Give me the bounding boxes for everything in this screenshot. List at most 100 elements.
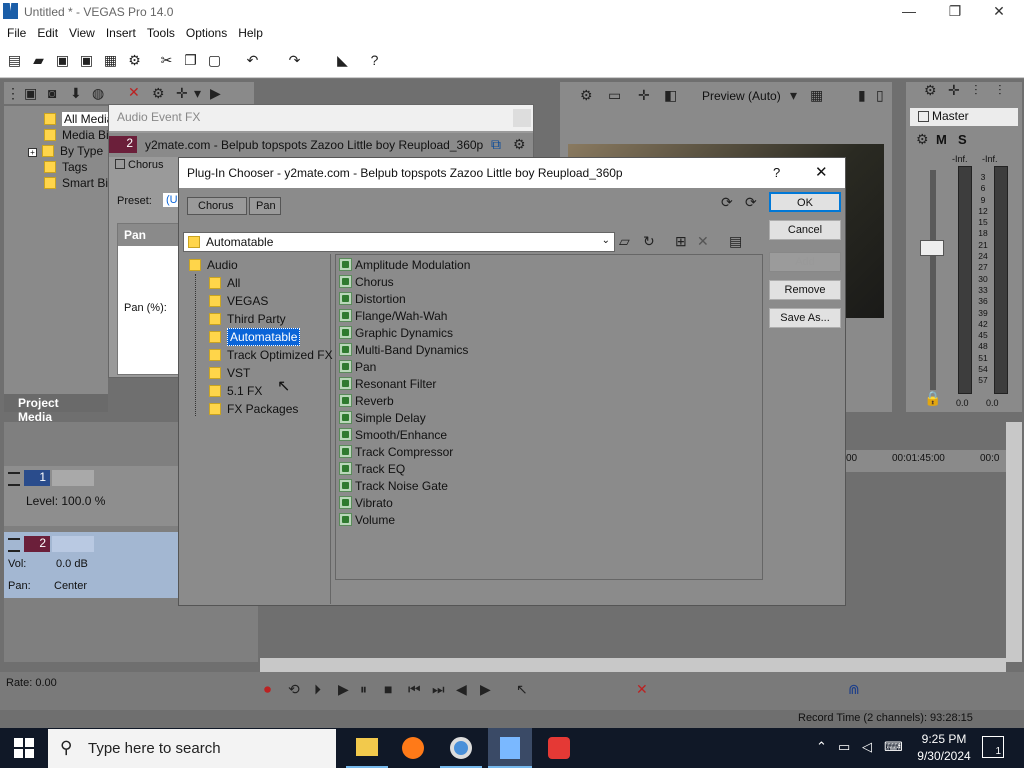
media-fx-icon[interactable]: ⚙ — [152, 85, 165, 102]
menu-help[interactable]: Help — [231, 24, 267, 40]
menu-insert[interactable]: Insert — [99, 24, 140, 40]
tree-all[interactable]: All — [227, 276, 240, 290]
tree-track-optimized-fx[interactable]: Track Optimized FX — [227, 348, 333, 362]
tree-vst[interactable]: VST — [227, 366, 250, 380]
more-icon[interactable]: ▾ — [194, 85, 201, 102]
preview-settings-icon[interactable]: ⚙ — [580, 87, 593, 104]
plugin-item[interactable]: Smooth/Enhance — [336, 427, 762, 444]
new-project-icon[interactable]: ▤ — [6, 52, 23, 69]
properties-gear-icon[interactable]: ⚙ — [126, 52, 143, 69]
vol-value[interactable]: 0.0 dB — [56, 558, 88, 570]
windows-start-icon[interactable] — [14, 738, 34, 758]
save-as-button[interactable]: Save As... — [769, 308, 841, 328]
fx-chain-icon[interactable]: ⚙ — [513, 136, 526, 153]
delete-icon[interactable]: ✕ — [636, 681, 648, 698]
cut-icon[interactable]: ✂ — [158, 52, 175, 69]
ok-button[interactable]: OK — [769, 192, 841, 212]
crossfade-icon[interactable]: ◣ — [334, 52, 351, 69]
pause-icon[interactable]: ⏸ — [360, 681, 367, 698]
menu-options[interactable]: Options — [179, 24, 231, 40]
next-frame-icon[interactable]: ▶ — [480, 681, 491, 698]
downloader-icon[interactable] — [536, 728, 580, 768]
save-as-icon[interactable]: ▣ — [78, 52, 95, 69]
close-dialog-button[interactable]: ✕ — [815, 163, 828, 181]
project-media-tab[interactable]: Project Media — [4, 394, 108, 424]
new-folder-icon[interactable]: ⊞ — [675, 233, 687, 250]
expand-icon[interactable]: + — [28, 148, 37, 157]
maximize-button[interactable]: ❐ — [932, 0, 978, 24]
save-icon[interactable]: ▣ — [54, 52, 71, 69]
master-checkbox[interactable] — [918, 111, 929, 122]
plugin-item[interactable]: Multi-Band Dynamics — [336, 342, 762, 359]
up-folder-icon[interactable]: ▱ — [619, 233, 630, 250]
tree-automatable[interactable]: Automatable — [227, 328, 301, 346]
preview-quality-dropdown[interactable]: Preview (Auto) — [702, 89, 781, 103]
keyboard-icon[interactable]: ⌨ — [884, 739, 903, 755]
plugin-item[interactable]: Amplitude Modulation — [336, 257, 762, 274]
globe-icon[interactable]: ◍ — [92, 85, 104, 102]
master-fader-handle[interactable] — [920, 240, 944, 256]
track-expand-icon[interactable] — [8, 538, 20, 552]
master-solo-button[interactable]: S — [958, 132, 967, 147]
prev-frame-icon[interactable]: ◀ — [456, 681, 467, 698]
help-button[interactable]: ? — [773, 165, 780, 180]
minimize-button[interactable]: — — [886, 0, 932, 24]
notification-center-icon[interactable]: 1 — [982, 736, 1004, 758]
tree-third-party[interactable]: Third Party — [227, 312, 286, 326]
copy-snapshot-icon[interactable]: ▮ — [858, 87, 866, 104]
normal-edit-tool-icon[interactable]: ↖ — [516, 681, 528, 698]
tree-5-1-fx[interactable]: 5.1 FX — [227, 384, 262, 398]
add-button[interactable]: Add — [769, 252, 841, 272]
plugin-item[interactable]: Track Compressor — [336, 444, 762, 461]
stop-icon[interactable]: ■ — [384, 681, 392, 697]
chain-redo-icon[interactable]: ⟳ — [745, 194, 757, 211]
play-icon[interactable]: ▶ — [338, 681, 349, 698]
mixer-icon[interactable]: ⫶ — [974, 82, 978, 99]
plugin-item[interactable]: Track EQ — [336, 461, 762, 478]
tree-audio[interactable]: Audio — [207, 258, 238, 272]
plugin-item[interactable]: Reverb — [336, 393, 762, 410]
remove-icon[interactable]: ✕ — [128, 84, 140, 101]
chrome-icon[interactable] — [440, 728, 482, 768]
go-to-start-icon[interactable]: ⏮ — [408, 681, 421, 698]
plugin-item[interactable]: Volume — [336, 512, 762, 529]
plugin-item[interactable]: Graphic Dynamics — [336, 325, 762, 342]
plugin-item[interactable]: Track Noise Gate — [336, 478, 762, 495]
plugin-item[interactable]: Vibrato — [336, 495, 762, 512]
delete-folder-icon[interactable]: ✕ — [697, 233, 709, 250]
tree-vegas[interactable]: VEGAS — [227, 294, 268, 308]
plugin-item[interactable]: Distortion — [336, 291, 762, 308]
lock-icon[interactable]: 🔒 — [924, 390, 941, 407]
menu-tools[interactable]: Tools — [140, 24, 179, 40]
track-2-name-field[interactable] — [52, 536, 94, 552]
network-icon[interactable]: ▭ — [838, 739, 850, 755]
import-icon[interactable]: ▣ — [24, 85, 37, 102]
clock-time[interactable]: 9:25 PM — [914, 732, 974, 746]
close-window-button[interactable]: ✕ — [976, 0, 1022, 24]
whats-this-help-icon[interactable]: ? — [366, 52, 383, 69]
master-settings-icon[interactable]: ⚙ — [924, 82, 937, 99]
chain-chorus[interactable]: Chorus — [187, 197, 247, 215]
tags-item[interactable]: Tags — [62, 160, 87, 174]
track-expand-icon[interactable] — [8, 472, 20, 486]
file-explorer-icon[interactable] — [346, 728, 388, 768]
save-snapshot-icon[interactable]: ▯ — [876, 87, 884, 104]
remove-button[interactable]: Remove — [769, 280, 841, 300]
open-folder-icon[interactable]: ▰ — [30, 52, 47, 69]
pan-value[interactable]: Center — [54, 580, 87, 592]
clock-date[interactable]: 9/30/2024 — [910, 749, 978, 763]
master-mute-button[interactable]: M — [936, 132, 947, 147]
master-fx-button-icon[interactable]: ⚙ — [916, 131, 929, 148]
master-channels-icon[interactable]: ⫶ — [998, 82, 1002, 99]
plugin-item[interactable]: Simple Delay — [336, 410, 762, 427]
master-fx-icon[interactable]: ✛ — [948, 82, 960, 99]
track-1-name-field[interactable] — [52, 470, 94, 486]
plugin-item[interactable]: Pan — [336, 359, 762, 376]
play-icon[interactable]: ▶ — [210, 85, 221, 102]
fx-chain-chorus[interactable]: Chorus — [115, 159, 185, 177]
overlay-icon[interactable]: ◧ — [664, 87, 677, 104]
grid-icon[interactable]: ▦ — [810, 87, 823, 104]
menu-edit[interactable]: Edit — [30, 24, 62, 40]
move-icon[interactable]: ✛ — [176, 85, 188, 102]
chevron-up-icon[interactable]: ⌃ — [816, 739, 827, 755]
